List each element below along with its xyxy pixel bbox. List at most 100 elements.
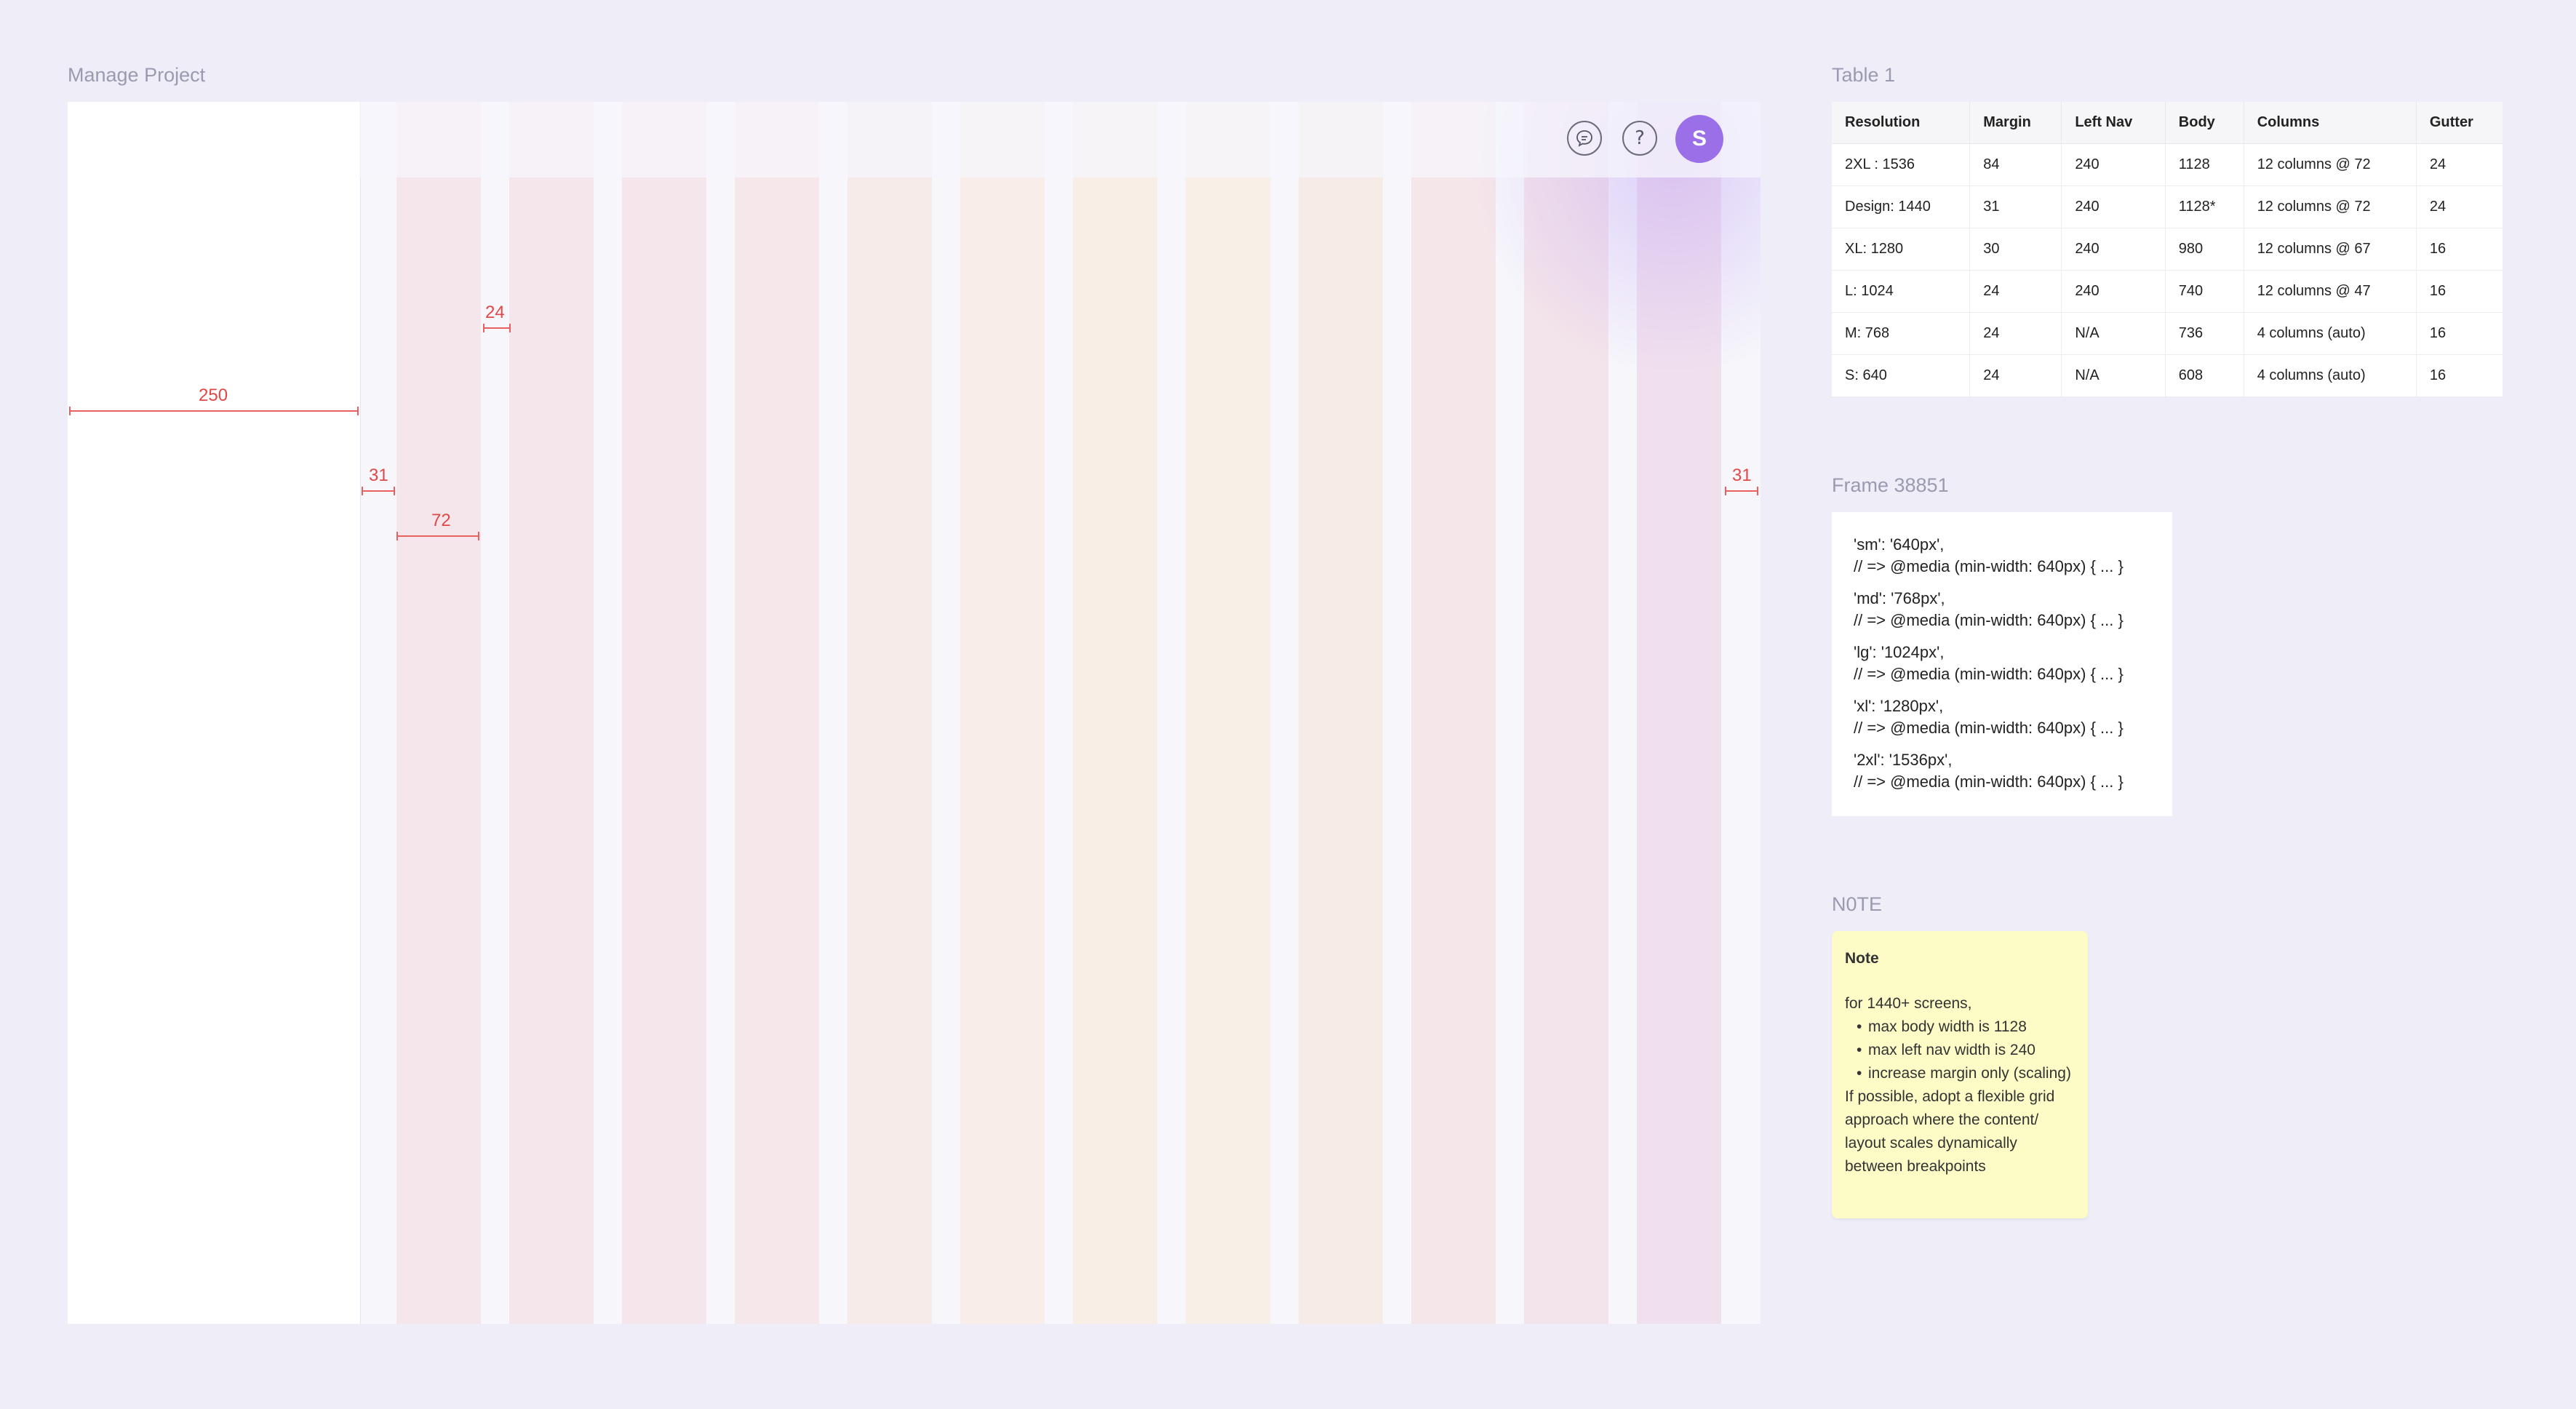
note-intro: for 1440+ screens,: [1845, 995, 1972, 1012]
grid-column: [960, 102, 1045, 1324]
breakpoint-table: Resolution Margin Left Nav Body Columns Gutte…: [1832, 102, 2503, 397]
dimension-label-margin-right: 31: [1732, 466, 1752, 485]
dimension-line-margin-right: [1725, 487, 1758, 495]
dimension-label-left-nav: 250: [199, 386, 228, 405]
dimension-label-column: 72: [431, 511, 451, 530]
table-row: Design: 1440 31 240 1128* 12 columns @ 72 24: [1832, 185, 2503, 228]
chat-bubble-icon-glyph: [1576, 130, 1592, 147]
table-row: M: 768 24 N/A 736 4 columns (auto) 16: [1832, 312, 2503, 355]
table-cell: 24: [1969, 312, 2062, 355]
grid-column: [509, 102, 594, 1324]
table-header-cell: Resolution: [1832, 102, 1971, 144]
table-cell: 240: [2061, 185, 2166, 228]
table-cell: 240: [2061, 228, 2166, 271]
sticky-note: Note for 1440+ screens, max body width i…: [1832, 931, 2088, 1218]
table-cell: 4 columns (auto): [2244, 312, 2417, 355]
breakpoint-key: 'xl': '1280px',: [1854, 697, 1944, 715]
chat-bubble-icon[interactable]: [1567, 121, 1602, 156]
breakpoint-key: 'md': '768px',: [1854, 589, 1945, 607]
grid-canvas: ? S 250 24 31 72 31: [68, 102, 1760, 1324]
dimension-label-gutter: 24: [485, 303, 505, 322]
note-title: Note: [1845, 950, 1879, 967]
grid-column: [396, 102, 481, 1324]
breakpoints-frame: 'sm': '640px', // => @media (min-width: 6…: [1832, 512, 2172, 816]
breakpoint-media: // => @media (min-width: 640px) { ... }: [1854, 611, 2124, 629]
table-header-cell: Columns: [2244, 102, 2417, 144]
table-row: 2XL : 1536 84 240 1128 12 columns @ 72 24: [1832, 143, 2503, 186]
table-cell: 240: [2061, 143, 2166, 186]
table-row: S: 640 24 N/A 608 4 columns (auto) 16: [1832, 354, 2503, 397]
table-cell: 31: [1969, 185, 2062, 228]
table-cell: 24: [2416, 185, 2503, 228]
table-cell: 12 columns @ 72: [2244, 185, 2417, 228]
breakpoint-key: '2xl': '1536px',: [1854, 751, 1953, 769]
table-cell: 1128*: [2165, 185, 2244, 228]
table-cell: N/A: [2061, 354, 2166, 397]
table-cell: 740: [2165, 270, 2244, 313]
note-bullet: max body width is 1128: [1857, 1015, 2075, 1039]
avatar-initial: S: [1691, 127, 1707, 151]
question-glyph: ?: [1635, 127, 1645, 149]
table-cell: 30: [1969, 228, 2062, 271]
table-row: L: 1024 24 240 740 12 columns @ 47 16: [1832, 270, 2503, 313]
grid-column: [1299, 102, 1383, 1324]
table-cell: 24: [1969, 354, 2062, 397]
breakpoint-key: 'sm': '640px',: [1854, 535, 1945, 554]
table-cell: 12 columns @ 67: [2244, 228, 2417, 271]
breakpoint-media: // => @media (min-width: 640px) { ... }: [1854, 665, 2124, 683]
top-bar: [359, 102, 1760, 177]
table-cell: 16: [2416, 270, 2503, 313]
table-cell: 12 columns @ 72: [2244, 143, 2417, 186]
table-cell: 16: [2416, 228, 2503, 271]
breakpoint-media: // => @media (min-width: 640px) { ... }: [1854, 719, 2124, 737]
dimension-line-left-nav: [69, 407, 359, 415]
left-nav-area: [68, 102, 361, 1324]
table-cell: L: 1024: [1832, 270, 1971, 313]
dimension-line-gutter: [483, 324, 511, 332]
table-cell: 608: [2165, 354, 2244, 397]
table-header-cell: Gutter: [2416, 102, 2503, 144]
table-cell: 736: [2165, 312, 2244, 355]
note-bullets: max body width is 1128max left nav width…: [1845, 1015, 2075, 1085]
breakpoint-entry: 'md': '768px', // => @media (min-width: 6…: [1854, 588, 2172, 631]
question-icon[interactable]: ?: [1622, 121, 1657, 156]
table-cell: 980: [2165, 228, 2244, 271]
table-cell: 1128: [2165, 143, 2244, 186]
table-cell: XL: 1280: [1832, 228, 1971, 271]
table-header-row: Resolution Margin Left Nav Body Columns Gutte…: [1832, 102, 2503, 144]
table-header-cell: Left Nav: [2061, 102, 2166, 144]
breakpoint-media: // => @media (min-width: 640px) { ... }: [1854, 773, 2124, 791]
table-cell: 16: [2416, 354, 2503, 397]
breakpoint-entry: 'lg': '1024px', // => @media (min-width: …: [1854, 642, 2172, 685]
breakpoint-entry: 'sm': '640px', // => @media (min-width: 6…: [1854, 534, 2172, 578]
frame-label-table: Table 1: [1832, 64, 1896, 86]
breakpoint-media: // => @media (min-width: 640px) { ... }: [1854, 557, 2124, 575]
table-cell: 24: [1969, 270, 2062, 313]
avatar[interactable]: S: [1675, 115, 1723, 163]
table-cell: 24: [2416, 143, 2503, 186]
table-body: 2XL : 1536 84 240 1128 12 columns @ 72 24 Desi…: [1832, 143, 2503, 397]
dimension-line-margin-left: [362, 487, 395, 495]
grid-column: [1073, 102, 1157, 1324]
table-cell: 84: [1969, 143, 2062, 186]
table-cell: 240: [2061, 270, 2166, 313]
note-bullet: increase margin only (scaling): [1857, 1062, 2075, 1085]
table-cell: Design: 1440: [1832, 185, 1971, 228]
breakpoint-entry: '2xl': '1536px', // => @media (min-width:…: [1854, 749, 2172, 793]
breakpoint-key: 'lg': '1024px',: [1854, 643, 1945, 661]
frame-label-manage-project: Manage Project: [68, 64, 206, 86]
table-header-cell: Body: [2165, 102, 2244, 144]
grid-column: [735, 102, 819, 1324]
table-cell: S: 640: [1832, 354, 1971, 397]
grid-column: [1186, 102, 1270, 1324]
note-bullet: max left nav width is 240: [1857, 1039, 2075, 1062]
note-footer: If possible, adopt a flexible grid appro…: [1845, 1088, 2055, 1175]
table-row: XL: 1280 30 240 980 12 columns @ 67 16: [1832, 228, 2503, 271]
table-header-cell: Margin: [1969, 102, 2062, 144]
dimension-label-margin-left: 31: [369, 466, 388, 485]
frame-label-note: N0TE: [1832, 893, 1883, 915]
breakpoint-entry: 'xl': '1280px', // => @media (min-width: …: [1854, 695, 2172, 739]
grid-column: [622, 102, 706, 1324]
table-cell: M: 768: [1832, 312, 1971, 355]
grid-column: [848, 102, 932, 1324]
